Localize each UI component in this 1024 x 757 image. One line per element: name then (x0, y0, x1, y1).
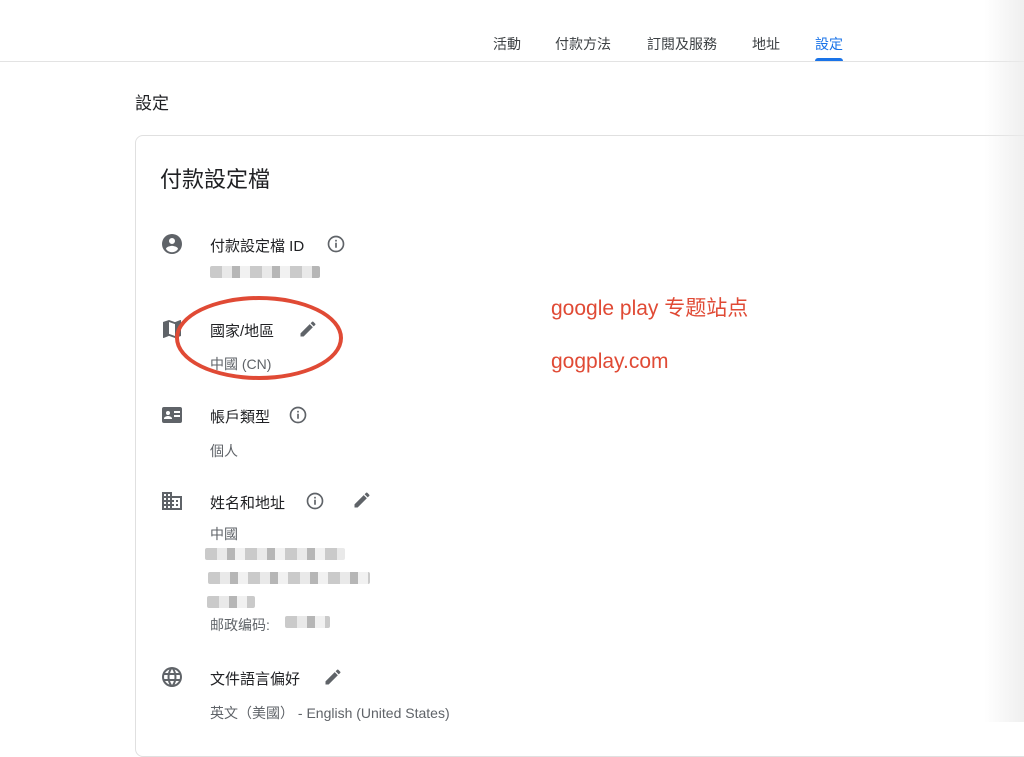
page-title: 設定 (135, 94, 169, 113)
highlight-ellipse (175, 296, 343, 380)
profile-id-label: 付款設定檔 ID (210, 238, 305, 255)
name-address-label: 姓名和地址 (210, 495, 286, 512)
redacted-address-line (205, 548, 345, 560)
account-type-value: 個人 (210, 443, 238, 459)
payment-profile-card (135, 135, 1024, 757)
redacted-address-line (207, 596, 255, 608)
redacted-address-line (208, 572, 370, 584)
tab-payment-methods[interactable]: 付款方法 (555, 34, 611, 61)
address-country-value: 中國 (210, 526, 238, 542)
top-nav: 活動 付款方法 訂閱及服務 地址 設定 (0, 0, 1024, 62)
tab-subscriptions[interactable]: 訂閱及服務 (647, 34, 717, 61)
edit-address-pencil-icon[interactable] (352, 490, 372, 510)
edit-language-pencil-icon[interactable] (323, 667, 343, 687)
badge-icon (160, 403, 184, 427)
postal-code-label: 邮政编码: (210, 617, 270, 633)
tab-activity[interactable]: 活動 (493, 34, 521, 61)
tab-addresses[interactable]: 地址 (752, 34, 780, 61)
redacted-postal-code (285, 616, 330, 628)
overlay-site-url: gogplay.com (551, 350, 669, 373)
language-value: 英文（美國） - English (United States) (210, 705, 450, 721)
building-icon (160, 489, 184, 513)
info-icon[interactable] (326, 234, 346, 254)
info-icon[interactable] (288, 405, 308, 425)
tab-settings[interactable]: 設定 (815, 34, 843, 61)
globe-icon (160, 665, 184, 689)
card-title: 付款設定檔 (160, 167, 271, 192)
language-label: 文件語言偏好 (210, 671, 301, 688)
account-circle-icon (160, 232, 184, 256)
info-icon[interactable] (305, 491, 325, 511)
right-edge-shadow (984, 0, 1024, 722)
account-type-label: 帳戶類型 (210, 409, 271, 426)
overlay-site-title: google play 专题站点 (551, 297, 749, 320)
redacted-profile-id (210, 266, 320, 278)
